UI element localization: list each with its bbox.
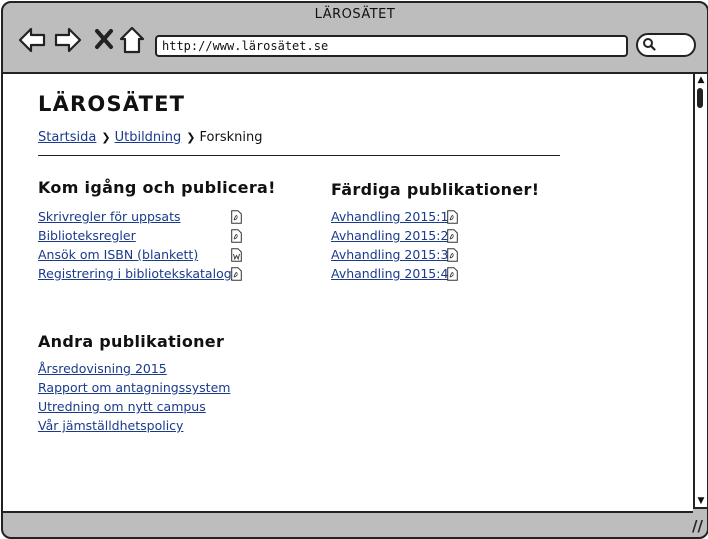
- link-ansok-isbn[interactable]: Ansök om ISBN (blankett): [38, 247, 198, 262]
- list-item: Avhandling 2015:4: [331, 264, 458, 283]
- link-rapport[interactable]: Rapport om antagningssystem: [38, 380, 230, 395]
- get-started-link-list: Skrivregler för uppsats Biblioteksregler…: [38, 207, 242, 283]
- pdf-icon[interactable]: [447, 229, 458, 243]
- breadcrumb-link-startsida[interactable]: Startsida: [38, 130, 96, 145]
- breadcrumb-link-utbildning[interactable]: Utbildning: [115, 130, 182, 145]
- scroll-down-arrow-icon[interactable]: ▼: [696, 496, 706, 506]
- link-avhandling-3[interactable]: Avhandling 2015:3: [331, 247, 448, 262]
- back-button[interactable]: [17, 25, 47, 55]
- status-bar: //: [3, 511, 707, 537]
- list-item: Ansök om ISBN (blankett): [38, 245, 242, 264]
- list-item: Utredning om nytt campus: [38, 397, 230, 416]
- word-doc-icon[interactable]: [231, 248, 242, 262]
- forward-button[interactable]: [53, 25, 83, 55]
- breadcrumb: Startsida ❯ Utbildning ❯ Forskning: [38, 130, 262, 145]
- browser-toolbar: http://www.lärosätet.se: [3, 25, 707, 71]
- link-registrering[interactable]: Registrering i bibliotekskatalog: [38, 266, 232, 281]
- finished-link-list: Avhandling 2015:1 Avhandling 2015:2 Avha…: [331, 207, 458, 283]
- link-avhandling-4[interactable]: Avhandling 2015:4: [331, 266, 448, 281]
- search-field[interactable]: [636, 33, 696, 57]
- link-skrivregler[interactable]: Skrivregler för uppsats: [38, 209, 181, 224]
- window-title: LÄROSÄTET: [314, 7, 396, 22]
- list-item: Avhandling 2015:2: [331, 226, 458, 245]
- vertical-scrollbar[interactable]: ▲ ▼: [693, 72, 707, 509]
- list-item: Avhandling 2015:1: [331, 207, 458, 226]
- pdf-icon[interactable]: [231, 267, 242, 281]
- list-item: Registrering i bibliotekskatalog: [38, 264, 242, 283]
- list-item: Vår jämställdhetspolicy: [38, 416, 230, 435]
- link-biblioteksregler[interactable]: Biblioteksregler: [38, 228, 136, 243]
- link-utredning[interactable]: Utredning om nytt campus: [38, 399, 206, 414]
- forward-arrow-icon: [53, 25, 83, 55]
- home-icon: [117, 25, 147, 55]
- link-arsredovisning[interactable]: Årsredovisning 2015: [38, 361, 167, 376]
- pdf-icon[interactable]: [447, 267, 458, 281]
- list-item: Biblioteksregler: [38, 226, 242, 245]
- link-avhandling-2[interactable]: Avhandling 2015:2: [331, 228, 448, 243]
- resize-handle-icon[interactable]: //: [692, 517, 703, 535]
- page-content: LÄROSÄTET Startsida ❯ Utbildning ❯ Forskning…: [3, 72, 693, 513]
- home-button[interactable]: [117, 25, 147, 55]
- pdf-icon[interactable]: [447, 248, 458, 262]
- scroll-up-arrow-icon[interactable]: ▲: [696, 75, 706, 85]
- link-jamstalldhetspolicy[interactable]: Vår jämställdhetspolicy: [38, 418, 183, 433]
- search-icon: [643, 38, 656, 51]
- site-title: LÄROSÄTET: [38, 92, 186, 116]
- pdf-icon[interactable]: [231, 210, 242, 224]
- pdf-icon[interactable]: [231, 229, 242, 243]
- section-heading-finished: Färdiga publikationer!: [331, 180, 540, 199]
- scroll-thumb[interactable]: [697, 88, 703, 108]
- breadcrumb-current: Forskning: [199, 130, 263, 145]
- list-item: Skrivregler för uppsats: [38, 207, 242, 226]
- back-arrow-icon: [17, 25, 47, 55]
- list-item: Rapport om antagningssystem: [38, 378, 230, 397]
- header-divider: [38, 155, 560, 156]
- section-heading-other: Andra publikationer: [38, 332, 225, 351]
- chevron-right-icon: ❯: [186, 131, 196, 144]
- browser-window: LÄROSÄTET http://www.lärosätet.se LÄROSÄ…: [1, 1, 708, 539]
- list-item: Avhandling 2015:3: [331, 245, 458, 264]
- pdf-icon[interactable]: [447, 210, 458, 224]
- url-bar[interactable]: http://www.lärosätet.se: [155, 35, 628, 57]
- link-avhandling-1[interactable]: Avhandling 2015:1: [331, 209, 448, 224]
- chevron-right-icon: ❯: [101, 131, 111, 144]
- list-item: Årsredovisning 2015: [38, 359, 230, 378]
- section-heading-get-started: Kom igång och publicera!: [38, 178, 276, 197]
- other-link-list: Årsredovisning 2015 Rapport om antagning…: [38, 359, 230, 435]
